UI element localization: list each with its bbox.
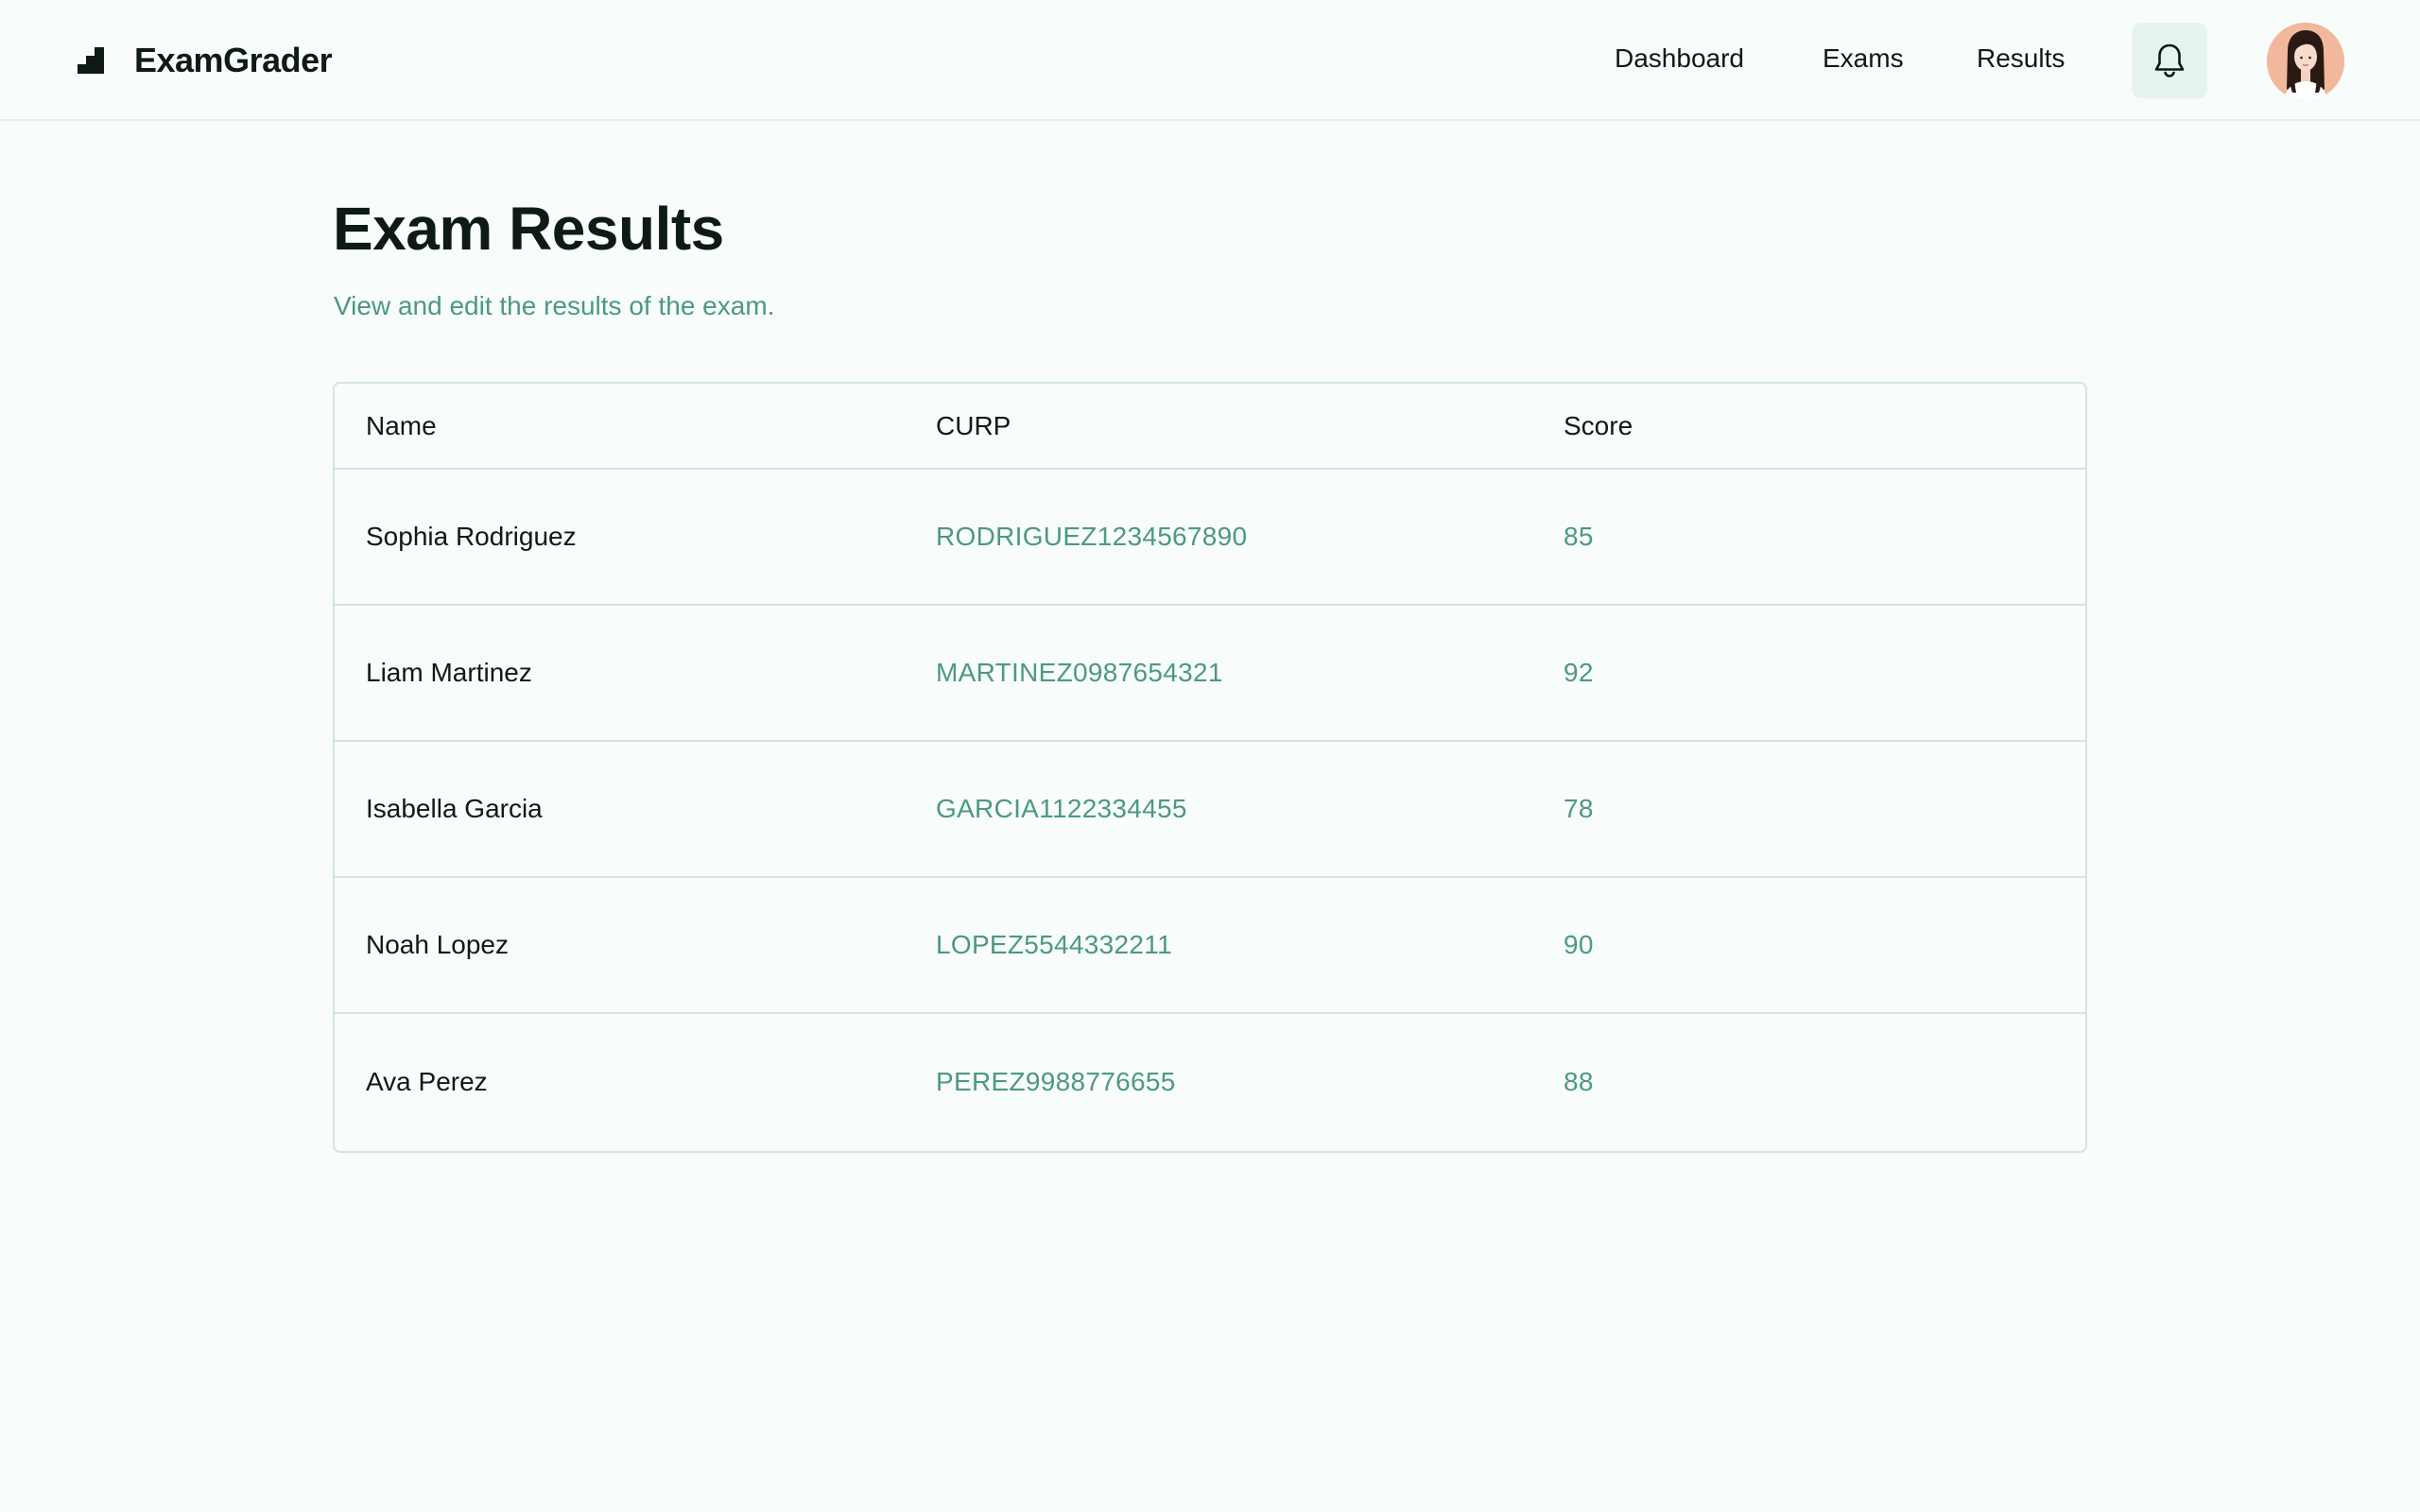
brand[interactable]: ExamGrader [78,34,333,87]
notifications-button[interactable] [2132,23,2207,98]
student-name: Isabella Garcia [366,794,543,823]
student-curp: GARCIA1122334455 [936,794,1187,823]
student-curp: RODRIGUEZ1234567890 [936,522,1248,551]
bell-icon [2154,43,2185,77]
table-row[interactable]: Isabella Garcia GARCIA1122334455 78 [335,741,2085,877]
nav-exams[interactable]: Exams [1823,36,1904,81]
student-name: Sophia Rodriguez [366,522,577,551]
table-row[interactable]: Noah Lopez LOPEZ5544332211 90 [335,877,2085,1013]
page-subtitle: View and edit the results of the exam. [334,291,775,320]
student-score[interactable]: 92 [1532,605,2085,741]
student-score[interactable]: 78 [1532,741,2085,877]
table-row[interactable]: Ava Perez PEREZ9988776655 88 [335,1013,2085,1149]
student-curp: MARTINEZ0987654321 [936,658,1223,687]
nav-dashboard[interactable]: Dashboard [1615,36,1744,81]
student-score[interactable]: 85 [1532,469,2085,605]
brand-name: ExamGrader [134,41,333,79]
student-name: Ava Perez [366,1066,488,1096]
table-row[interactable]: Liam Martinez MARTINEZ0987654321 92 [335,605,2085,741]
nav-results[interactable]: Results [1977,36,2065,81]
student-curp: PEREZ9988776655 [936,1066,1176,1096]
user-avatar[interactable] [2267,23,2344,100]
page-title: Exam Results [333,195,724,263]
table-header-row: Name CURP Score [335,384,2085,469]
top-navigation-bar: ExamGrader Dashboard Exams Results [0,0,2420,121]
column-header-name[interactable]: Name [335,384,905,469]
student-name: Liam Martinez [366,658,532,687]
results-table-container: Name CURP Score Sophia Rodriguez RODRIGU… [333,382,2087,1153]
student-score[interactable]: 88 [1532,1013,2085,1149]
column-header-curp[interactable]: CURP [905,384,1532,469]
logo-icon [78,47,104,74]
table-body: Sophia Rodriguez RODRIGUEZ1234567890 85 … [335,469,2085,1149]
results-table: Name CURP Score Sophia Rodriguez RODRIGU… [335,384,2085,1149]
column-header-score[interactable]: Score [1532,384,2085,469]
student-curp: LOPEZ5544332211 [936,930,1172,959]
table-row[interactable]: Sophia Rodriguez RODRIGUEZ1234567890 85 [335,469,2085,605]
avatar-image [2267,23,2344,100]
table-header: Name CURP Score [335,384,2085,469]
student-score[interactable]: 90 [1532,877,2085,1013]
student-name: Noah Lopez [366,930,510,959]
